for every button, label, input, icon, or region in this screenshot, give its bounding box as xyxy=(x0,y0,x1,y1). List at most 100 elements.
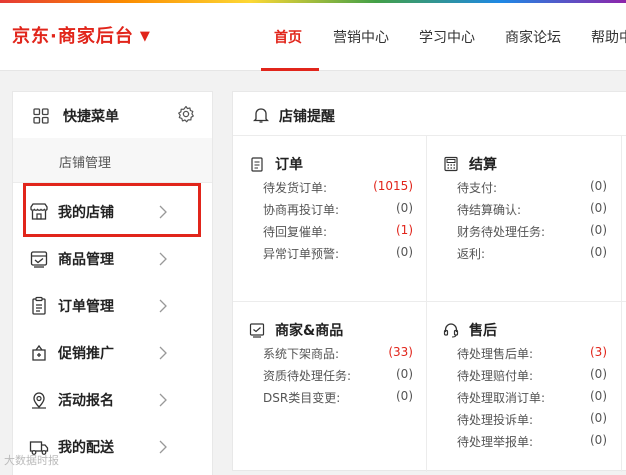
reminder-count[interactable]: (3) xyxy=(590,345,607,359)
reminder-count[interactable]: (0) xyxy=(590,179,607,193)
activity-icon xyxy=(32,392,46,409)
quick-menu-title: 快捷菜单 xyxy=(63,109,119,125)
sidebar: 快捷菜单 店铺管理 我的店铺 商品管理 订单管理 促销推广 活动报名 我的配送 xyxy=(12,91,213,475)
reminder-label: 待处理举报单: xyxy=(457,435,534,449)
reminder-label: 待处理投诉单: xyxy=(457,413,534,427)
chevron-right-icon xyxy=(159,440,167,454)
promotion-icon xyxy=(32,344,46,361)
reminder-row[interactable]: 待支付: (0) xyxy=(457,179,607,201)
reminder-row[interactable]: 协商再投订单: (0) xyxy=(263,201,413,223)
nav-forum[interactable]: 商家论坛 xyxy=(505,27,561,47)
brand-logo-text: 京东·商家后台 xyxy=(12,26,134,47)
chevron-right-icon xyxy=(159,393,167,407)
reminder-count[interactable]: (0) xyxy=(396,367,413,381)
product-icon xyxy=(30,251,48,268)
order-icon xyxy=(251,157,263,172)
reminder-label: 财务待处理任务: xyxy=(457,225,546,239)
brand-logo[interactable]: 京东·商家后台 ▼ xyxy=(12,22,151,48)
nav-marketing[interactable]: 营销中心 xyxy=(333,27,389,47)
reminder-count[interactable]: (0) xyxy=(396,201,413,215)
quick-menu-shortcut-label: 店铺管理 xyxy=(59,156,112,171)
reminder-label: 待支付: xyxy=(457,181,498,195)
reminder-row[interactable]: 待结算确认: (0) xyxy=(457,201,607,223)
sidebar-item-label: 促销推广 xyxy=(58,346,114,362)
reminder-row[interactable]: 待处理举报单: (0) xyxy=(457,433,607,455)
reminder-row[interactable]: 待处理取消订单: (0) xyxy=(457,389,607,411)
order-icon xyxy=(32,296,46,315)
grid-icon xyxy=(33,108,49,124)
section-title: 商家&商品 xyxy=(275,323,344,339)
highlight-box xyxy=(23,183,201,237)
reminder-count[interactable]: (0) xyxy=(590,433,607,447)
reminder-row[interactable]: 系统下架商品: (33) xyxy=(263,345,413,367)
sidebar-item-products[interactable]: 商品管理 xyxy=(13,236,212,282)
reminder-row[interactable]: 待发货订单: (1015) xyxy=(263,179,413,201)
reminder-label: 待处理赔付单: xyxy=(457,369,534,383)
reminder-count[interactable]: (0) xyxy=(590,367,607,381)
reminder-label: 返利: xyxy=(457,247,486,261)
reminder-row[interactable]: 待回复催单: (1) xyxy=(263,223,413,245)
product-icon xyxy=(249,323,265,338)
chevron-right-icon xyxy=(159,346,167,360)
reminder-count[interactable]: (0) xyxy=(396,389,413,403)
watermark-text: 大数据时报 xyxy=(4,454,59,467)
reminder-count[interactable]: (33) xyxy=(388,345,413,359)
reminder-count[interactable]: (1) xyxy=(396,223,413,237)
reminder-count[interactable]: (0) xyxy=(590,245,607,259)
reminder-count[interactable]: (0) xyxy=(590,223,607,237)
headset-icon xyxy=(443,323,459,338)
reminder-count[interactable]: (0) xyxy=(590,411,607,425)
sidebar-item-orders[interactable]: 订单管理 xyxy=(13,283,212,329)
reminder-count[interactable]: (0) xyxy=(590,389,607,403)
reminder-label: 待处理取消订单: xyxy=(457,391,546,405)
reminder-label: 待回复催单: xyxy=(263,225,328,239)
gear-icon[interactable] xyxy=(177,105,195,123)
panel-title: 店铺提醒 xyxy=(279,109,335,125)
bell-icon xyxy=(253,108,269,123)
calculator-icon xyxy=(444,156,458,172)
row-divider xyxy=(233,301,626,302)
sidebar-item-promotion[interactable]: 促销推广 xyxy=(13,330,212,376)
section-title: 结算 xyxy=(469,157,497,173)
panel-header: 店铺提醒 xyxy=(233,92,626,136)
reminder-label: 系统下架商品: xyxy=(263,347,340,361)
sidebar-item-label: 活动报名 xyxy=(58,393,114,409)
nav-help[interactable]: 帮助中 xyxy=(591,27,626,47)
column-divider xyxy=(621,136,622,472)
sidebar-item-label: 我的配送 xyxy=(58,440,114,456)
reminder-count[interactable]: (1015) xyxy=(373,179,413,193)
reminder-label: 资质待处理任务: xyxy=(263,369,352,383)
nav-home[interactable]: 首页 xyxy=(274,27,302,47)
column-divider xyxy=(426,136,427,472)
reminder-row[interactable]: 待处理赔付单: (0) xyxy=(457,367,607,389)
reminder-row[interactable]: 财务待处理任务: (0) xyxy=(457,223,607,245)
reminder-count[interactable]: (0) xyxy=(590,201,607,215)
nav-active-underline xyxy=(261,68,319,71)
sidebar-item-label: 订单管理 xyxy=(58,299,114,315)
reminder-label: 异常订单预警: xyxy=(263,247,340,261)
quick-menu-shortcut[interactable]: 店铺管理 xyxy=(13,138,212,183)
reminder-label: 待发货订单: xyxy=(263,181,328,195)
reminder-row[interactable]: 待处理投诉单: (0) xyxy=(457,411,607,433)
reminder-count[interactable]: (0) xyxy=(396,245,413,259)
dropdown-caret-icon[interactable]: ▼ xyxy=(140,29,151,44)
reminder-label: DSR类目变更: xyxy=(263,391,341,405)
reminder-row[interactable]: 异常订单预警: (0) xyxy=(263,245,413,267)
nav-learning[interactable]: 学习中心 xyxy=(419,27,475,47)
chevron-right-icon xyxy=(159,299,167,313)
section-title: 订单 xyxy=(275,157,303,173)
reminder-row[interactable]: 资质待处理任务: (0) xyxy=(263,367,413,389)
reminder-row[interactable]: 待处理售后单: (3) xyxy=(457,345,607,367)
reminder-row[interactable]: DSR类目变更: (0) xyxy=(263,389,413,411)
reminder-label: 协商再投订单: xyxy=(263,203,340,217)
quick-menu-header: 快捷菜单 xyxy=(13,92,212,138)
reminder-label: 待结算确认: xyxy=(457,203,522,217)
section-title: 售后 xyxy=(469,323,497,339)
chevron-right-icon xyxy=(159,252,167,266)
watermark: 大数据时报 xyxy=(4,452,59,468)
sidebar-item-activity-signup[interactable]: 活动报名 xyxy=(13,377,212,423)
top-bar: 京东·商家后台 ▼ 首页 营销中心 学习中心 商家论坛 帮助中 xyxy=(0,3,626,71)
store-reminder-panel: 店铺提醒 订单 待发货订单: (1015) 协商再投订单: (0) 待回复催单: (1… xyxy=(232,91,626,472)
reminder-label: 待处理售后单: xyxy=(457,347,534,361)
reminder-row[interactable]: 返利: (0) xyxy=(457,245,607,267)
